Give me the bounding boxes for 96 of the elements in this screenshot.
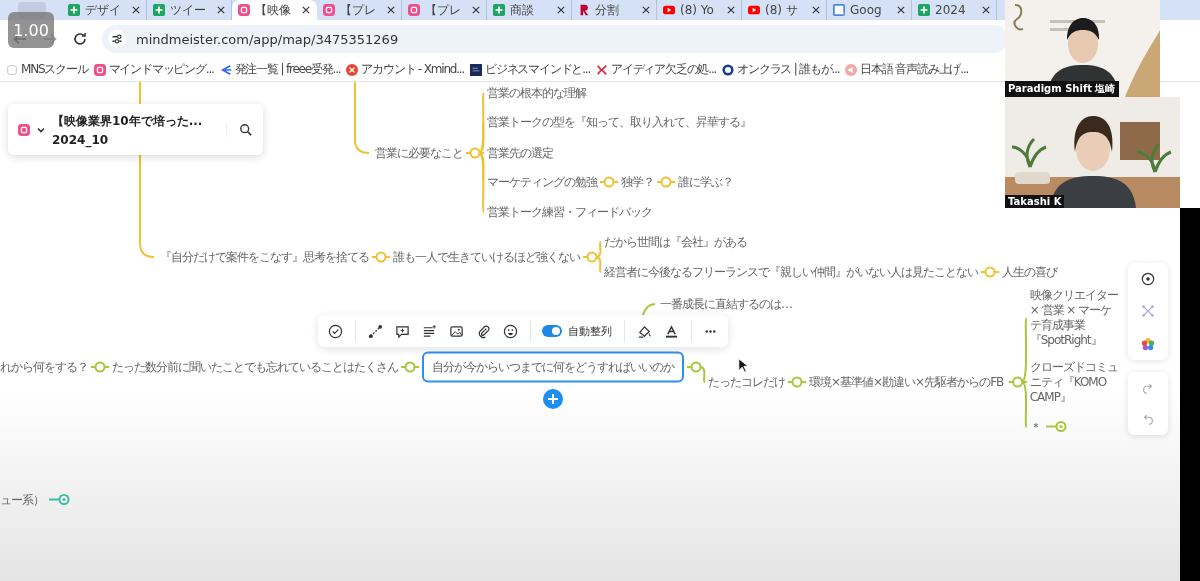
app-icon xyxy=(238,4,250,16)
page-icon xyxy=(6,63,18,76)
focus-icon[interactable] xyxy=(1141,272,1155,287)
check-icon[interactable] xyxy=(328,323,343,339)
toggle-label: 自動整列 xyxy=(568,323,612,339)
node-knob[interactable] xyxy=(686,361,702,373)
node-knob[interactable] xyxy=(599,176,615,188)
close-icon[interactable] xyxy=(387,6,395,14)
map-subtitle: 2024_10 xyxy=(52,132,110,147)
cursor-icon xyxy=(738,358,748,373)
square-icon xyxy=(470,63,483,76)
map-node[interactable]: クローズドコミュニティ『KOMO CAMP』 xyxy=(1029,359,1120,405)
video-icon xyxy=(663,4,675,16)
map-node[interactable]: マーケティングの勉強 xyxy=(487,174,597,190)
add-button[interactable] xyxy=(543,389,563,409)
map-node[interactable]: 営業に必要なこと xyxy=(375,145,463,161)
speed-toast: 1.00 xyxy=(8,12,54,48)
spreadsheet-icon xyxy=(68,4,80,16)
close-icon[interactable] xyxy=(302,6,310,14)
browser-tab[interactable]: 【映像 xyxy=(232,0,317,20)
map-node[interactable]: 『自分だけで案件をこなす』思考を捨てる xyxy=(160,249,369,265)
close-icon[interactable] xyxy=(217,6,225,14)
ring-icon xyxy=(722,63,735,76)
bookmark[interactable]: ビジネスマインドと... xyxy=(470,61,591,78)
close-icon[interactable] xyxy=(642,6,650,14)
close-icon[interactable] xyxy=(557,6,565,14)
map-node[interactable]: 営業トークの型を『知って、取り入れて、昇華する』 xyxy=(487,114,751,130)
bookmark[interactable]: MNSスクール xyxy=(6,61,88,78)
node-knob[interactable] xyxy=(400,361,416,373)
node-knob[interactable] xyxy=(980,266,996,278)
close-icon[interactable] xyxy=(897,6,905,14)
bookmark[interactable]: アカウント - Xmind... xyxy=(346,61,465,78)
text-color-icon[interactable] xyxy=(663,323,679,339)
connector-icon[interactable] xyxy=(367,323,383,339)
node-knob[interactable] xyxy=(371,251,387,263)
search-icon[interactable] xyxy=(226,122,253,137)
video-icon xyxy=(748,4,760,16)
map-node[interactable]: 営業先の選定 xyxy=(487,145,553,161)
close-icon[interactable] xyxy=(132,6,140,14)
app-icon xyxy=(323,4,335,16)
node-knob[interactable] xyxy=(582,251,598,263)
toggle-switch[interactable] xyxy=(542,325,562,337)
image-icon[interactable] xyxy=(448,323,464,339)
speaker-icon xyxy=(845,63,858,76)
node-knob[interactable] xyxy=(465,147,481,159)
map-node[interactable]: 映像クリエイター × 営業 × マーケテ育成事業『SpotRight』 xyxy=(1029,288,1120,348)
close-icon[interactable] xyxy=(727,6,735,14)
spreadsheet-icon xyxy=(153,4,165,16)
app-icon xyxy=(408,4,420,16)
map-node[interactable]: 独学？ xyxy=(621,174,654,190)
bookmark[interactable]: オンクラス | 誰もが... xyxy=(722,61,840,78)
map-node[interactable]: たったコレだけ xyxy=(708,374,785,390)
map-title: 【映像業界10年で培った... xyxy=(52,112,204,130)
color-palette-icon[interactable] xyxy=(1141,336,1155,351)
node-knob[interactable] xyxy=(1007,376,1024,388)
bookmark[interactable]: マインドマッピング... xyxy=(93,61,214,78)
map-node[interactable]: 一番成長に直結するのは… xyxy=(660,296,792,312)
bookmark[interactable]: 発注一覧 | freee受発... xyxy=(219,61,341,78)
map-node[interactable]: 自分が今からいつまでに何をどうすればいいのか xyxy=(422,351,684,383)
node-knob[interactable] xyxy=(90,361,106,373)
reload-icon[interactable] xyxy=(72,31,88,47)
map-node[interactable]: 営業トーク練習・フィードバック xyxy=(487,204,652,220)
notes-icon[interactable] xyxy=(421,323,437,339)
map-node[interactable]: ＊ xyxy=(1029,419,1041,435)
comment-icon[interactable] xyxy=(394,323,410,339)
map-node[interactable]: ュー系） xyxy=(0,492,44,508)
participant-name: Takashi K xyxy=(1005,195,1065,208)
map-node[interactable]: 誰に学ぶ？ xyxy=(678,174,733,190)
spreadsheet-icon xyxy=(493,4,505,16)
app-icon[interactable] xyxy=(18,123,30,136)
app-icon xyxy=(93,63,106,76)
close-icon[interactable] xyxy=(472,6,480,14)
close-icon[interactable] xyxy=(982,6,990,14)
map-node[interactable]: だから世間は『会社』がある xyxy=(604,234,747,250)
emoji-icon[interactable] xyxy=(502,323,518,339)
map-node[interactable]: れから何をする？ xyxy=(0,359,88,375)
brand-mark-icon xyxy=(578,4,590,16)
node-knob[interactable] xyxy=(787,376,803,388)
spreadsheet-icon xyxy=(918,4,930,16)
map-node[interactable]: 人生の喜び xyxy=(1002,264,1057,280)
bookmark[interactable]: アイディア欠乏の処... xyxy=(596,61,717,78)
map-node[interactable]: 経営者に今後なるフリーランスで『親しい仲間』がいない人は見たことない xyxy=(604,264,978,280)
bookmark[interactable]: 日本語 音声読み上げ... xyxy=(845,61,969,78)
site-settings-icon[interactable] xyxy=(108,30,126,48)
paint-bucket-icon[interactable] xyxy=(636,323,652,339)
map-node[interactable]: 環境×基準値×勘違い×先駆者からのFB xyxy=(809,374,1004,390)
calendar-icon xyxy=(833,4,845,16)
address-bar[interactable]: mindmeister.com/app/map/3475351269 xyxy=(102,25,1008,53)
map-node[interactable]: 営業の根本的な理解 xyxy=(487,85,586,101)
circle-icon xyxy=(346,63,359,76)
close-icon[interactable] xyxy=(812,6,820,14)
map-node[interactable]: たった数分前に聞いたことでも忘れていることはたくさん xyxy=(112,359,398,375)
map-node[interactable]: 誰も一人で生きていけるほど強くない xyxy=(393,249,580,265)
participant-name: Paradigm Shift 塩崎 xyxy=(1005,81,1119,97)
node-knob[interactable] xyxy=(656,176,672,188)
arrow-icon xyxy=(219,63,232,76)
